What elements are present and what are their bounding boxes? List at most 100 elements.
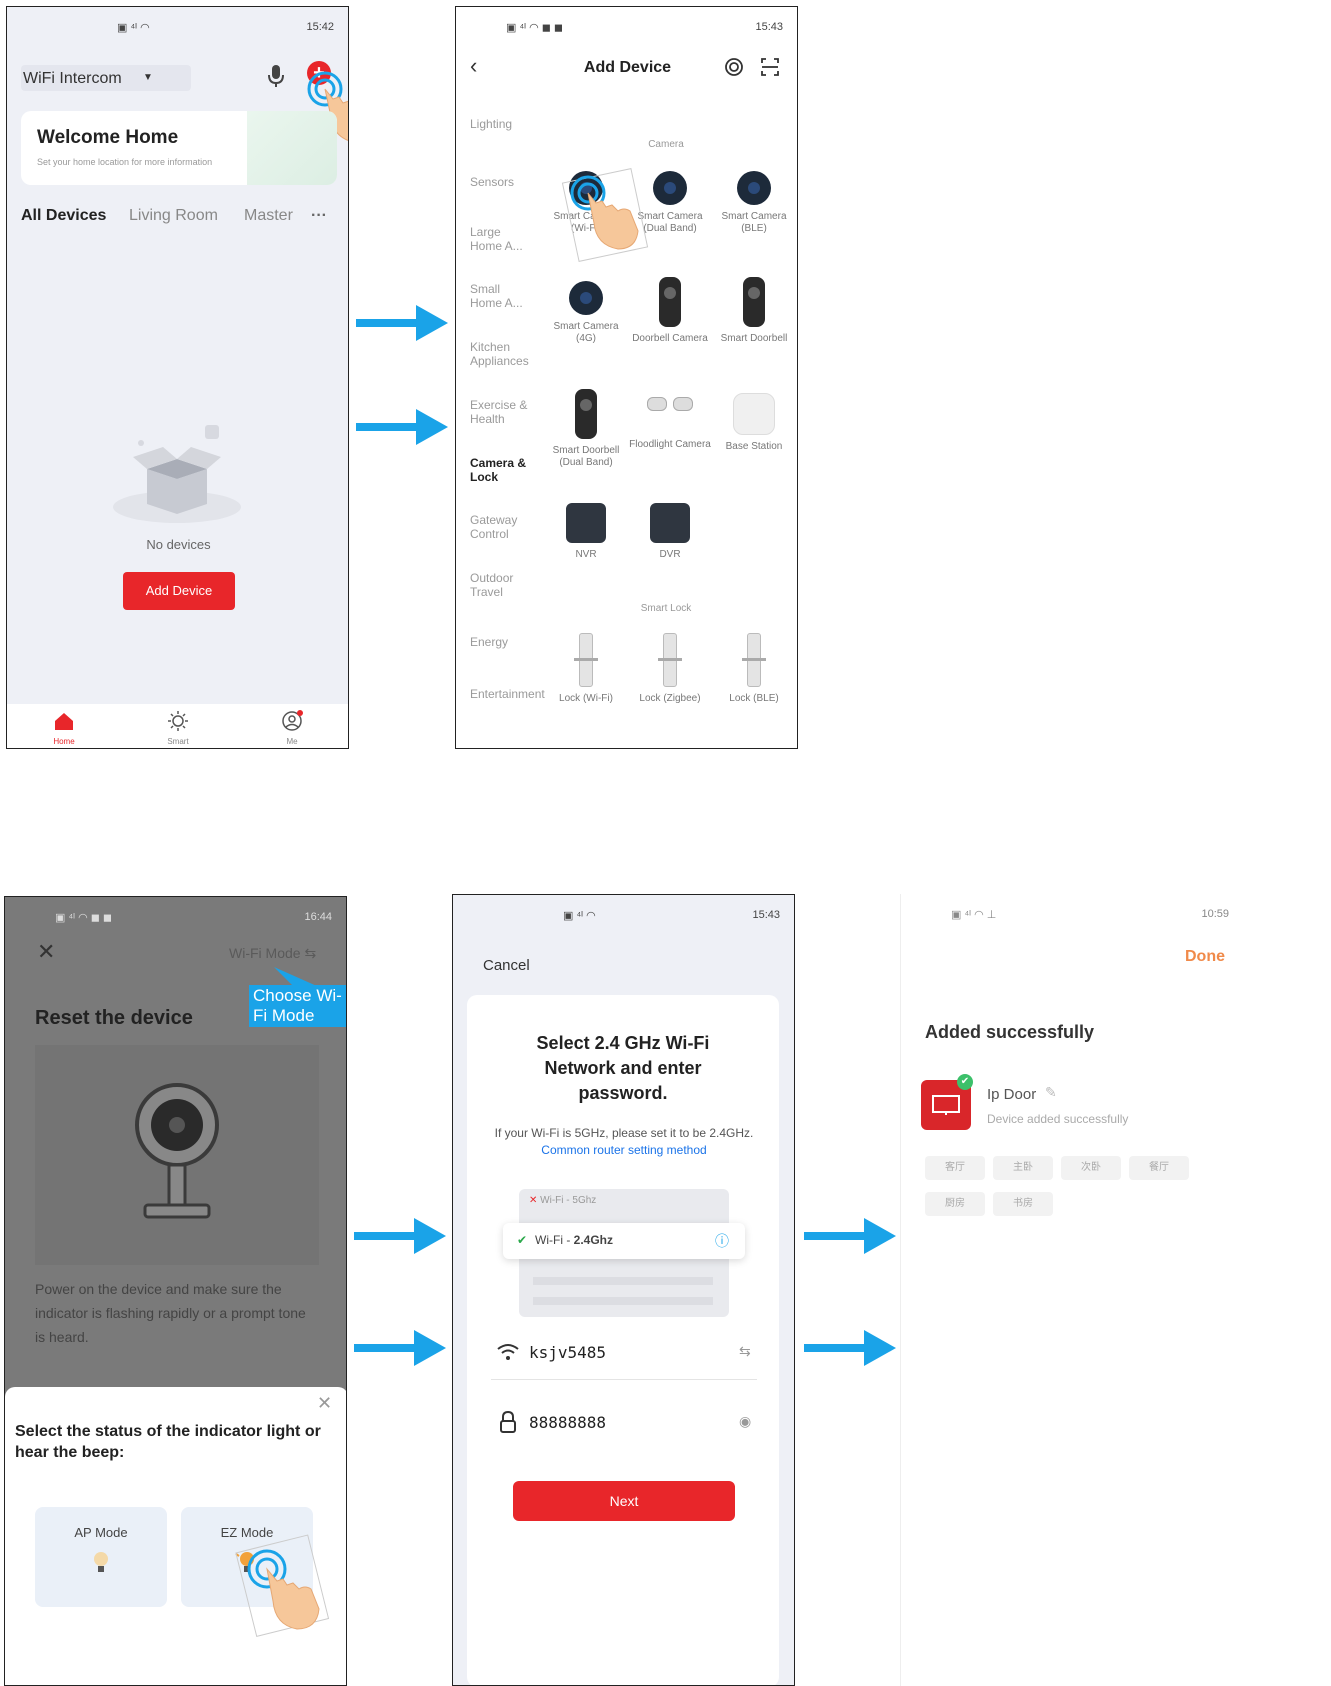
device-tile[interactable]: Smart Doorbell (Dual Band) (544, 389, 628, 469)
tab-living-room[interactable]: Living Room (129, 207, 218, 225)
status-time: 15:42 (306, 21, 334, 33)
sheet-title: Select the status of the indicator light… (15, 1423, 321, 1461)
tab-all-devices[interactable]: All Devices (21, 207, 106, 225)
add-device-button[interactable]: Add Device (123, 572, 235, 610)
category-item[interactable]: Sensors (470, 175, 540, 189)
scan-devices-icon[interactable] (724, 57, 744, 77)
category-item[interactable]: Small Home A... (470, 282, 530, 310)
more-tabs-icon[interactable]: ··· (311, 207, 327, 225)
category-item[interactable]: Exercise & Health (470, 398, 530, 426)
close-icon[interactable]: ✕ (37, 939, 55, 965)
category-item-active[interactable]: Camera & Lock (470, 456, 530, 484)
device-label: Lock (Zigbee) (639, 693, 701, 704)
device-tile[interactable]: Base Station (712, 393, 796, 453)
map-graphic (247, 111, 337, 185)
device-tile[interactable]: Lock (BLE) (712, 633, 796, 705)
arrow-right-icon (804, 1218, 896, 1254)
empty-box-illustration (113, 425, 241, 523)
room-tag[interactable]: 客厅 (925, 1156, 985, 1180)
device-tile[interactable]: Floodlight Camera (628, 393, 712, 451)
band-hint-text: If your Wi-Fi is 5GHz, please set it to … (494, 1126, 754, 1140)
category-item[interactable]: Large Home A... (470, 225, 530, 253)
screen-wifi-setup: ▣ ⁴ᴵ ◠ 15:43 Cancel Select 2.4 GHz Wi-Fi… (452, 894, 795, 1686)
lock-icon (658, 633, 682, 687)
section-title-smart-lock: Smart Lock (640, 603, 692, 614)
room-tag[interactable]: 主卧 (993, 1156, 1053, 1180)
done-button[interactable]: Done (1185, 948, 1225, 966)
switch-network-icon[interactable]: ⇆ (739, 1343, 751, 1360)
tab-master[interactable]: Master (244, 207, 293, 225)
password-field[interactable]: 88888888 ◉ (491, 1399, 757, 1449)
cancel-button[interactable]: Cancel (483, 957, 530, 974)
device-label: Base Station (725, 441, 783, 452)
category-item[interactable]: Lighting (470, 117, 540, 131)
room-tabs: All Devices Living Room Master ··· (21, 207, 341, 231)
ssid-field[interactable]: ksjv5485 ⇆ (491, 1329, 757, 1380)
welcome-card[interactable]: Welcome Home Set your home location for … (21, 111, 337, 185)
status-bar: ▣ ⁴ᴵ ◠ 15:42 (7, 7, 348, 37)
signal-icon: ▣ ⁴ᴵ ◠ (117, 22, 150, 34)
doorbell-icon (743, 277, 765, 327)
edit-name-icon[interactable]: ✎ (1045, 1084, 1057, 1101)
success-check-icon: ✔ (957, 1074, 973, 1090)
device-status-text: Device added successfully (987, 1112, 1129, 1126)
eye-icon[interactable]: ◉ (739, 1413, 751, 1430)
base-station-icon (733, 393, 775, 435)
device-label: Smart Camera (4G) (553, 321, 619, 344)
device-tile[interactable]: DVR (628, 503, 712, 561)
room-tag[interactable]: 厨房 (925, 1192, 985, 1216)
wifi-5g-row: ✕ Wi-Fi - 5Ghz (529, 1195, 596, 1206)
next-button[interactable]: Next (513, 1481, 735, 1521)
category-item[interactable]: Energy (470, 635, 540, 649)
section-title-camera: Camera (648, 139, 684, 150)
category-item[interactable]: Kitchen Appliances (470, 340, 530, 368)
screen-home: ▣ ⁴ᴵ ◠ 15:42 WiFi Intercom ▼ + Welcome H… (6, 6, 349, 749)
category-item[interactable]: Outdoor Travel (470, 571, 530, 599)
device-tile[interactable]: Doorbell Camera (628, 277, 712, 345)
device-tile[interactable]: Lock (Zigbee) (628, 633, 712, 705)
device-label: Doorbell Camera (632, 333, 708, 344)
room-tag[interactable]: 餐厅 (1129, 1156, 1189, 1180)
password-value: 88888888 (529, 1413, 607, 1432)
arrow-right-icon (804, 1330, 896, 1366)
device-tile[interactable]: NVR (544, 503, 628, 561)
device-result-row[interactable]: ✔ Ip Door ✎ Device added successfully (921, 1074, 1221, 1140)
device-tile[interactable]: Smart Camera (BLE) (712, 171, 796, 235)
home-selector[interactable]: WiFi Intercom ▼ (21, 65, 191, 91)
home-icon (55, 713, 73, 730)
tap-hand-icon (235, 1534, 330, 1638)
arrow-right-icon (354, 1330, 446, 1366)
device-tile[interactable]: Lock (Wi-Fi) (544, 633, 628, 705)
device-label: Lock (Wi-Fi) (559, 693, 613, 704)
device-label: Smart Doorbell (720, 333, 788, 344)
arrow-right-icon (356, 409, 448, 445)
device-name: Ip Door (987, 1086, 1037, 1103)
dvr-icon (650, 503, 690, 543)
category-item[interactable]: Entertainment (470, 687, 545, 701)
screen-added-successfully: ▣ ⁴ᴵ ◠ ⊥ 10:59 Done Added successfully ✔… (900, 894, 1243, 1686)
device-label: Floodlight Camera (629, 439, 711, 450)
router-setting-link[interactable]: Common router setting method (541, 1143, 706, 1157)
camera-icon (653, 171, 687, 205)
signal-icon: ▣ ⁴ᴵ ◠ ⊥ (951, 909, 997, 921)
device-tile[interactable]: Smart Camera (4G) (544, 281, 628, 345)
welcome-subtitle: Set your home location for more informat… (37, 157, 213, 167)
qr-scan-icon[interactable] (760, 57, 780, 77)
nav-smart[interactable]: Smart (157, 710, 199, 746)
room-tag[interactable]: 次卧 (1061, 1156, 1121, 1180)
check-icon: ✔ (517, 1233, 528, 1247)
nav-me[interactable]: Me (271, 710, 313, 746)
ap-mode-option[interactable]: AP Mode (35, 1507, 167, 1607)
wifi-mode-link[interactable]: Wi-Fi Mode ⇆ (229, 945, 316, 962)
status-bar: ▣ ⁴ᴵ ◠ 15:43 (453, 895, 794, 925)
status-bar: ▣ ⁴ᴵ ◠ ⊥ 10:59 (901, 894, 1243, 924)
nav-home[interactable]: Home (43, 710, 85, 746)
room-tag[interactable]: 书房 (993, 1192, 1053, 1216)
arrow-right-icon (356, 305, 448, 341)
status-time: 15:43 (755, 21, 783, 33)
wifi-5g-label: Wi-Fi - 5Ghz (540, 1195, 597, 1206)
microphone-icon[interactable] (265, 63, 287, 89)
device-tile[interactable]: Smart Doorbell (712, 277, 796, 345)
close-sheet-icon[interactable]: ✕ (317, 1393, 332, 1414)
category-item[interactable]: Gateway Control (470, 513, 530, 541)
